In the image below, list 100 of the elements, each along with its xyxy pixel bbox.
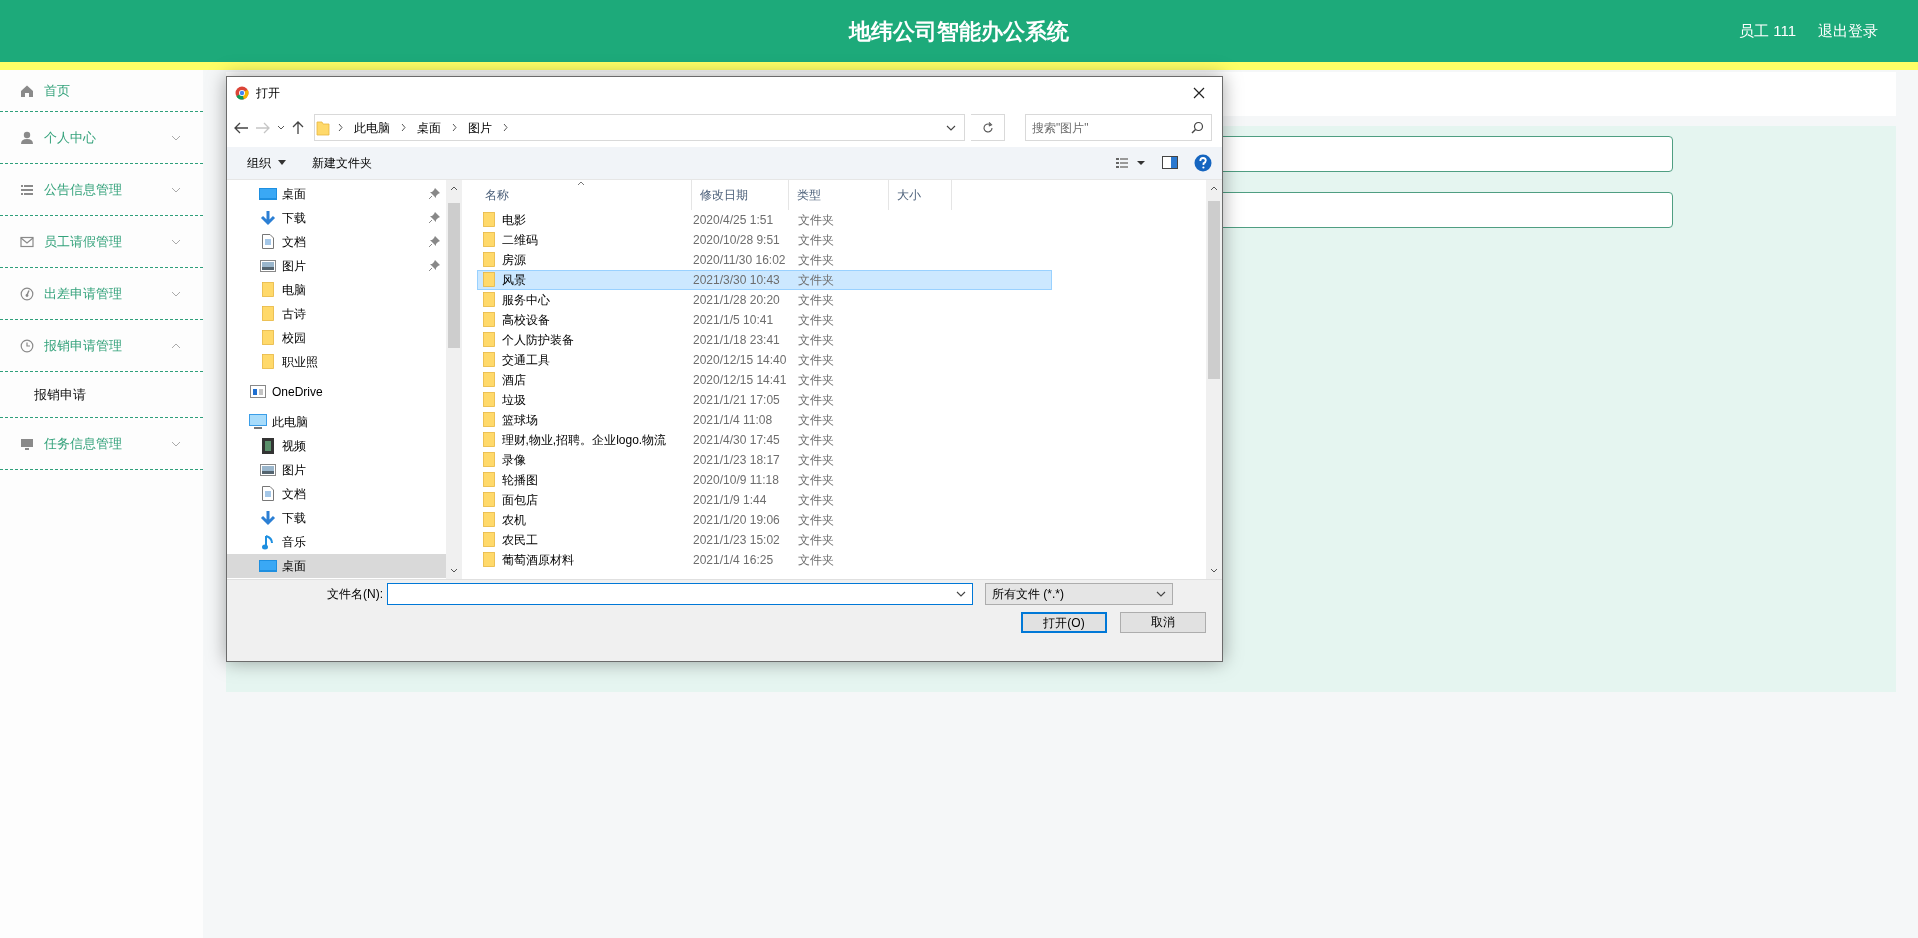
navigation-item[interactable]: 文档	[227, 481, 446, 506]
navigation-item[interactable]: 视频	[227, 433, 446, 458]
file-name: 电影	[501, 211, 526, 229]
desktop-icon	[259, 558, 277, 573]
folder-icon	[262, 306, 274, 322]
file-row[interactable]: 服务中心 2021/1/28 20:20 文件夹	[477, 289, 1052, 310]
file-type: 文件夹	[797, 271, 835, 289]
column-header[interactable]: 修改日期	[692, 179, 789, 210]
file-row[interactable]: 高校设备 2021/1/5 10:41 文件夹	[477, 309, 1052, 330]
new-folder-button[interactable]: 新建文件夹	[305, 151, 378, 174]
navigation-item[interactable]: 此电脑	[227, 409, 446, 434]
close-icon[interactable]	[1193, 87, 1205, 99]
navigation-item[interactable]: 古诗	[227, 301, 446, 326]
navigation-item[interactable]: 图片	[227, 253, 446, 278]
organize-button[interactable]: 组织	[241, 151, 292, 174]
file-type: 文件夹	[797, 371, 835, 389]
file-row[interactable]: 葡萄酒原材料 2021/1/4 16:25 文件夹	[477, 549, 1052, 570]
file-row[interactable]: 风景 2021/3/30 10:43 文件夹	[477, 269, 1052, 290]
file-row[interactable]: 轮播图 2020/10/9 11:18 文件夹	[477, 469, 1052, 490]
navigation-item[interactable]: 音乐	[227, 529, 446, 554]
view-options-icon[interactable]	[1116, 156, 1146, 169]
file-name: 理财,物业,招聘。企业logo.物流	[501, 431, 667, 449]
file-row[interactable]: 个人防护装备 2021/1/18 23:41 文件夹	[477, 329, 1052, 350]
monitor-icon	[20, 436, 34, 451]
file-row[interactable]: 垃圾 2021/1/21 17:05 文件夹	[477, 389, 1052, 410]
recent-dropdown-icon[interactable]	[277, 125, 285, 131]
file-row[interactable]: 交通工具 2020/12/15 14:40 文件夹	[477, 349, 1052, 370]
dropdown-icon[interactable]	[946, 124, 956, 131]
address-bar[interactable]: 此电脑 桌面 图片	[314, 114, 965, 142]
computer-icon	[249, 413, 267, 430]
mail-icon	[20, 234, 34, 249]
file-date: 2021/1/9 1:44	[693, 491, 768, 509]
scroll-up-icon[interactable]	[1210, 185, 1218, 191]
search-field[interactable]: 搜索"图片"	[1025, 114, 1212, 142]
cancel-button[interactable]: 取消	[1120, 611, 1206, 633]
folder-icon	[483, 392, 495, 408]
file-date: 2020/12/15 14:41	[693, 371, 788, 389]
breadcrumb-separator-icon	[337, 123, 345, 133]
scrollbar[interactable]	[446, 179, 462, 580]
file-row[interactable]: 房源 2020/11/30 16:02 文件夹	[477, 249, 1052, 270]
navigation-item[interactable]: 职业照	[227, 349, 446, 374]
scroll-up-icon[interactable]	[450, 185, 458, 191]
file-name: 垃圾	[501, 391, 526, 409]
filename-field[interactable]	[387, 583, 973, 606]
video-icon	[262, 437, 274, 454]
file-row[interactable]: 电影 2020/4/25 1:51 文件夹	[477, 209, 1052, 230]
column-header[interactable]: 类型	[789, 179, 889, 210]
folder-icon	[483, 452, 495, 468]
back-icon[interactable]	[233, 120, 249, 135]
user-name: 员工 111	[1739, 20, 1796, 41]
up-icon[interactable]	[291, 120, 305, 136]
navigation-item[interactable]: 桌面	[227, 553, 446, 578]
navigation-item[interactable]: 下载	[227, 505, 446, 530]
navigation-item[interactable]: 文档	[227, 229, 446, 254]
file-type-dropdown[interactable]: 所有文件 (*.*)	[985, 583, 1173, 606]
help-icon[interactable]	[1194, 153, 1212, 172]
file-name: 高校设备	[501, 311, 550, 329]
file-name: 葡萄酒原材料	[501, 551, 574, 569]
document-icon	[262, 486, 274, 502]
navigation-item[interactable]: OneDrive	[227, 379, 446, 404]
scrollbar-thumb[interactable]	[1208, 200, 1220, 379]
open-button[interactable]: 打开(O)	[1021, 611, 1107, 633]
file-date: 2021/1/20 19:06	[693, 511, 781, 529]
file-type: 文件夹	[797, 291, 835, 309]
column-header[interactable]: 名称	[477, 179, 692, 210]
refresh-icon[interactable]	[981, 121, 994, 134]
scrollbar[interactable]	[1206, 179, 1222, 580]
dialog-title: 打开	[255, 85, 281, 102]
breadcrumb-item[interactable]: 此电脑	[350, 118, 395, 137]
file-type: 文件夹	[797, 411, 835, 429]
file-row[interactable]: 篮球场 2021/1/4 11:08 文件夹	[477, 409, 1052, 430]
file-type: 文件夹	[797, 491, 835, 509]
navigation-item[interactable]: 校园	[227, 325, 446, 350]
navigation-item[interactable]: 桌面	[227, 181, 446, 206]
navigation-item[interactable]: 下载	[227, 205, 446, 230]
scroll-down-icon[interactable]	[450, 568, 458, 574]
file-row[interactable]: 理财,物业,招聘。企业logo.物流 2021/4/30 17:45 文件夹	[477, 429, 1052, 450]
scrollbar-thumb[interactable]	[448, 202, 460, 348]
file-type: 文件夹	[797, 451, 835, 469]
folder-icon	[483, 232, 495, 248]
column-header[interactable]: 大小	[889, 179, 952, 210]
file-row[interactable]: 录像 2021/1/23 18:17 文件夹	[477, 449, 1052, 470]
file-row[interactable]: 面包店 2021/1/9 1:44 文件夹	[477, 489, 1052, 510]
file-row[interactable]: 二维码 2020/10/28 9:51 文件夹	[477, 229, 1052, 250]
breadcrumb-item[interactable]: 桌面	[413, 118, 446, 137]
navigation-item[interactable]: 图片	[227, 457, 446, 482]
breadcrumb-item[interactable]: 图片	[464, 118, 497, 137]
submenu-item[interactable]: 报销申请	[0, 372, 203, 418]
file-row[interactable]: 酒店 2020/12/15 14:41 文件夹	[477, 369, 1052, 390]
refresh-button[interactable]	[971, 114, 1005, 142]
user-icon	[20, 130, 34, 145]
breadcrumb-separator-icon	[400, 123, 408, 133]
navigation-item[interactable]: 电脑	[227, 277, 446, 302]
folder-icon	[483, 432, 495, 448]
file-type: 文件夹	[797, 251, 835, 269]
file-row[interactable]: 农机 2021/1/20 19:06 文件夹	[477, 509, 1052, 530]
scroll-down-icon[interactable]	[1210, 568, 1218, 574]
file-row[interactable]: 农民工 2021/1/23 15:02 文件夹	[477, 529, 1052, 550]
preview-pane-icon[interactable]	[1162, 156, 1178, 170]
search-icon	[1191, 121, 1204, 135]
